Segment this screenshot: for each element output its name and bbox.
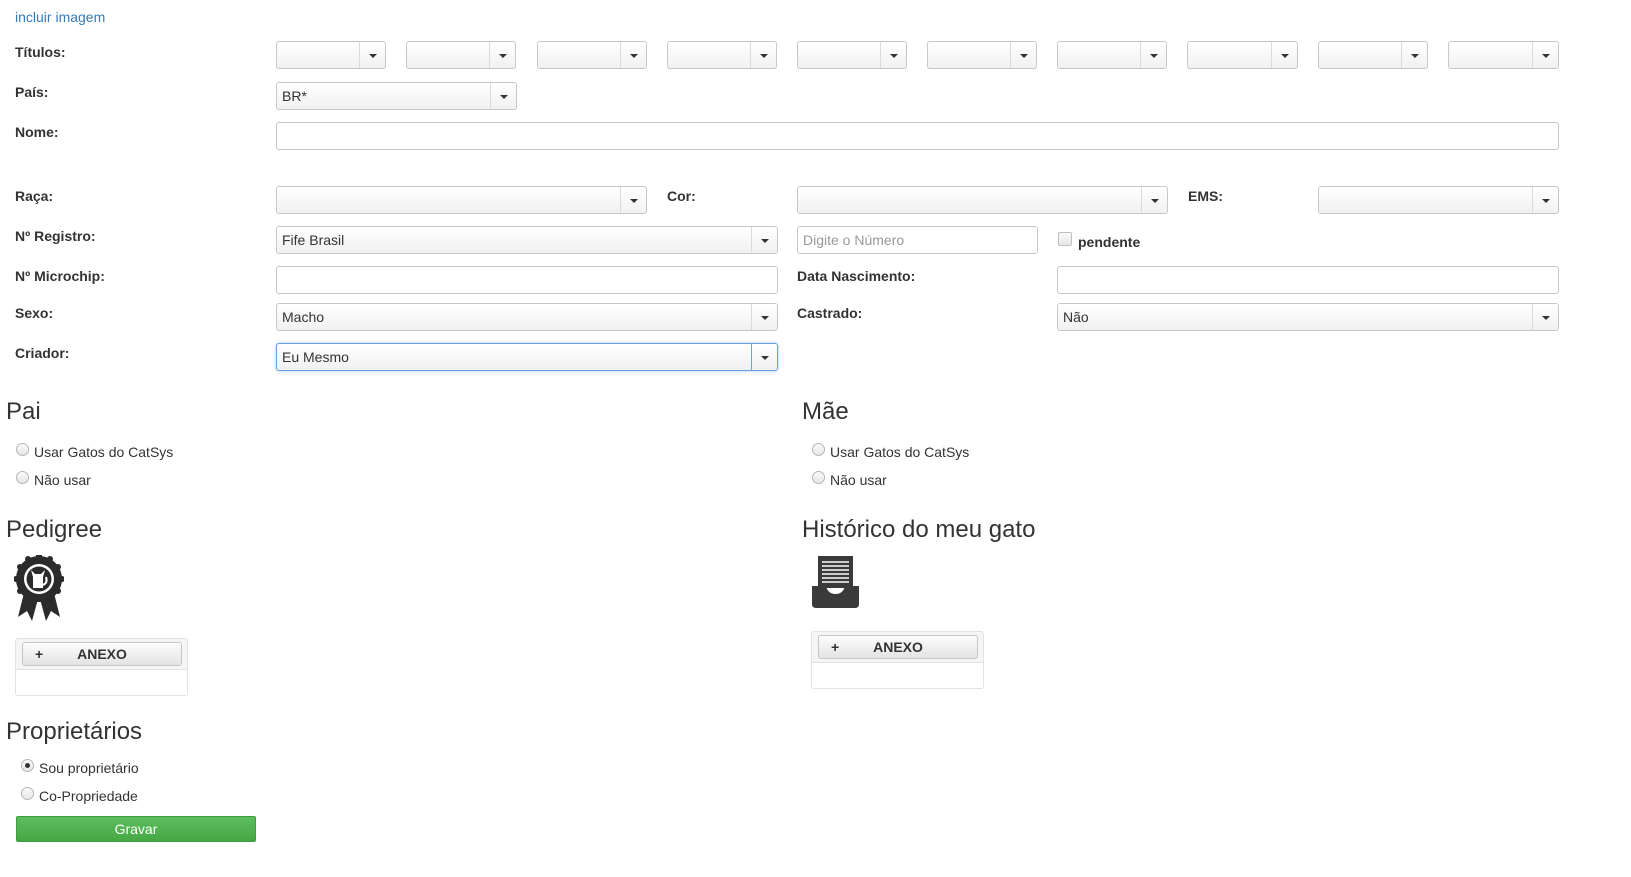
cor-label: Cor:	[667, 188, 696, 204]
chevron-down-icon	[751, 344, 777, 370]
historico-attach-button[interactable]: + ANEXO	[818, 635, 978, 659]
titulo-select-2[interactable]	[406, 41, 516, 69]
titulo-select-6[interactable]	[927, 41, 1037, 69]
historico-heading: Histórico do meu gato	[802, 516, 1036, 543]
castrado-select[interactable]: Não	[1057, 303, 1559, 331]
proprietario-radio-sou[interactable]	[21, 759, 34, 772]
chevron-down-icon	[490, 83, 516, 109]
mae-radio-nao-usar[interactable]	[812, 471, 825, 484]
proprietario-option-sou-label: Sou proprietário	[39, 760, 139, 776]
historico-attachment-list	[812, 662, 983, 688]
titulo-select-7[interactable]	[1057, 41, 1167, 69]
nome-label: Nome:	[15, 124, 59, 140]
pedigree-heading: Pedigree	[6, 516, 103, 543]
raca-select[interactable]	[276, 186, 647, 214]
chevron-down-icon	[750, 42, 776, 68]
pedigree-attach-label: ANEXO	[77, 646, 127, 662]
sexo-label: Sexo:	[15, 305, 54, 321]
ribbon-cat-icon	[14, 555, 64, 621]
chevron-down-icon	[1532, 187, 1558, 213]
chevron-down-icon	[1010, 42, 1036, 68]
cor-select[interactable]	[797, 186, 1168, 214]
pais-select[interactable]: BR*	[276, 82, 517, 110]
pais-label: País:	[15, 84, 49, 100]
chevron-down-icon	[751, 227, 777, 253]
mae-radio-catsys[interactable]	[812, 443, 825, 456]
castrado-select-value: Não	[1063, 309, 1089, 325]
microchip-label: Nº Microchip:	[15, 268, 105, 284]
titulo-select-3[interactable]	[537, 41, 647, 69]
pedigree-attachment-list	[16, 669, 187, 695]
pai-heading: Pai	[6, 398, 41, 425]
proprietario-radio-co[interactable]	[21, 787, 34, 800]
criador-select[interactable]: Eu Mesmo	[276, 343, 778, 371]
plus-icon: +	[35, 646, 44, 662]
mae-option-catsys-label: Usar Gatos do CatSys	[830, 444, 970, 460]
chevron-down-icon	[359, 42, 385, 68]
pais-select-value: BR*	[282, 88, 307, 104]
chevron-down-icon	[751, 304, 777, 330]
mae-heading: Mãe	[802, 398, 849, 425]
pai-option-catsys-label: Usar Gatos do CatSys	[34, 444, 174, 460]
chevron-down-icon	[1401, 42, 1427, 68]
historico-attach-label: ANEXO	[873, 639, 923, 655]
pendente-label: pendente	[1078, 234, 1141, 250]
plus-icon: +	[831, 639, 840, 655]
criador-label: Criador:	[15, 345, 70, 361]
chevron-down-icon	[1140, 42, 1166, 68]
titulo-select-4[interactable]	[667, 41, 777, 69]
proprietarios-heading: Proprietários	[6, 718, 143, 745]
mae-option-nao-usar-label: Não usar	[830, 472, 887, 488]
pedigree-attach-button[interactable]: + ANEXO	[22, 642, 182, 666]
include-image-link[interactable]: incluir imagem	[15, 9, 105, 25]
chevron-down-icon	[489, 42, 515, 68]
registro-numero-input[interactable]	[797, 226, 1038, 254]
raca-label: Raça:	[15, 188, 54, 204]
titulo-select-9[interactable]	[1318, 41, 1428, 69]
pai-option-nao-usar-label: Não usar	[34, 472, 91, 488]
registro-org-value: Fife Brasil	[282, 232, 345, 248]
data-nascimento-label: Data Nascimento:	[797, 268, 916, 284]
pendente-checkbox[interactable]	[1058, 232, 1072, 246]
titulos-label: Títulos:	[15, 44, 66, 60]
castrado-label: Castrado:	[797, 305, 863, 321]
chevron-down-icon	[1271, 42, 1297, 68]
titulo-select-5[interactable]	[797, 41, 907, 69]
sexo-select[interactable]: Macho	[276, 303, 778, 331]
save-button[interactable]: Gravar	[16, 816, 256, 842]
chevron-down-icon	[1532, 42, 1558, 68]
chevron-down-icon	[620, 187, 646, 213]
ems-label: EMS:	[1188, 188, 1223, 204]
titulo-select-10[interactable]	[1448, 41, 1559, 69]
historico-attachment-box: + ANEXO	[811, 631, 984, 689]
registro-label: Nº Registro:	[15, 228, 96, 244]
chevron-down-icon	[1141, 187, 1167, 213]
ems-select[interactable]	[1318, 186, 1559, 214]
chevron-down-icon	[880, 42, 906, 68]
data-nascimento-input[interactable]	[1057, 266, 1559, 294]
nome-input[interactable]	[276, 122, 1559, 150]
chevron-down-icon	[620, 42, 646, 68]
titulo-select-8[interactable]	[1187, 41, 1298, 69]
microchip-input[interactable]	[276, 266, 778, 294]
pedigree-attachment-box: + ANEXO	[15, 638, 188, 696]
titulo-select-1[interactable]	[276, 41, 386, 69]
pai-radio-nao-usar[interactable]	[16, 471, 29, 484]
registro-org-select[interactable]: Fife Brasil	[276, 226, 778, 254]
criador-select-value: Eu Mesmo	[282, 349, 349, 365]
sexo-select-value: Macho	[282, 309, 325, 325]
proprietario-option-co-label: Co-Propriedade	[39, 788, 138, 804]
inbox-tray-icon	[812, 556, 859, 608]
pai-radio-catsys[interactable]	[16, 443, 29, 456]
chevron-down-icon	[1532, 304, 1558, 330]
